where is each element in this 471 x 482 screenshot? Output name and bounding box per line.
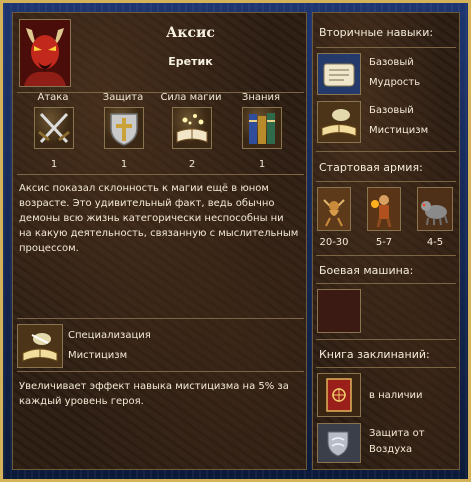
war-machine-slot[interactable]	[317, 289, 361, 333]
army-count-1: 20-30	[319, 237, 349, 248]
hero-portrait[interactable]	[19, 19, 71, 87]
stat-label-defense: Защита	[102, 92, 144, 103]
stat-label-knowledge: Знания	[241, 92, 281, 103]
hero-details-panel: Вторичные навыки: Базовый Мудрость Базов…	[312, 12, 460, 470]
secondary-skills-header: Вторичные навыки:	[319, 26, 434, 39]
stat-spell-power[interactable]	[172, 107, 212, 149]
spellbook-header: Книга заклинаний:	[319, 348, 430, 361]
stat-attack[interactable]	[34, 107, 74, 149]
skill-wisdom-level: Базовый	[369, 57, 414, 68]
stat-knowledge[interactable]	[242, 107, 282, 149]
divider	[17, 371, 304, 372]
stat-label-attack: Атака	[37, 92, 69, 103]
army-header: Стартовая армия:	[319, 161, 423, 174]
hero-name: Аксис	[166, 25, 215, 41]
spellbook-slot[interactable]	[317, 373, 361, 417]
magic-book-icon	[176, 114, 208, 143]
hero-biography: Аксис показал склонность к магии ещё в ю…	[19, 183, 299, 254]
skill-wisdom[interactable]	[317, 53, 361, 95]
army-slot-1[interactable]	[317, 187, 351, 231]
spellbook-status: в наличии	[369, 390, 423, 401]
glowing-book-icon	[18, 325, 62, 367]
skill-mysticism[interactable]	[317, 101, 361, 143]
hero-panel: Аксис Еретик Атака Защита Сила магии Зна…	[12, 12, 307, 470]
hero-class: Еретик	[168, 55, 213, 68]
army-slot-2[interactable]	[367, 187, 401, 231]
divider	[316, 255, 456, 256]
air-protection-icon	[318, 424, 360, 462]
hell-hound-icon	[418, 188, 452, 230]
skill-mysticism-name: Мистицизм	[369, 125, 429, 136]
divider	[316, 339, 456, 340]
specialty-header: Специализация	[68, 330, 151, 341]
divider	[316, 47, 456, 48]
spellbook-icon	[318, 374, 360, 416]
stat-value-attack: 1	[50, 159, 58, 170]
specialty-name: Мистицизм	[68, 350, 128, 361]
stat-value-knowledge: 1	[258, 159, 266, 170]
spell-name-line2: Воздуха	[369, 444, 413, 455]
divider	[316, 283, 456, 284]
divider	[17, 174, 304, 175]
spell-name-line1: Защита от	[369, 428, 425, 439]
divider	[316, 151, 456, 152]
scroll-icon	[318, 54, 360, 94]
spell-slot[interactable]	[317, 423, 361, 463]
army-count-2: 5-7	[375, 237, 393, 248]
books-icon	[249, 113, 275, 144]
stat-value-defense: 1	[120, 159, 128, 170]
stat-defense[interactable]	[104, 107, 144, 149]
gog-icon	[368, 188, 400, 230]
stat-value-power: 2	[188, 159, 196, 170]
war-machine-header: Боевая машина:	[319, 264, 414, 277]
army-count-3: 4-5	[426, 237, 444, 248]
divider	[316, 367, 456, 368]
demon-portrait-icon	[20, 20, 70, 86]
glowing-book-icon	[318, 102, 360, 142]
skill-wisdom-name: Мудрость	[369, 77, 421, 88]
shield-icon	[110, 113, 138, 146]
skill-mysticism-level: Базовый	[369, 105, 414, 116]
specialty-icon-frame[interactable]	[17, 324, 63, 368]
stat-label-power: Сила магии	[160, 92, 222, 103]
divider	[316, 181, 456, 182]
divider	[17, 318, 304, 319]
army-slot-3[interactable]	[417, 187, 453, 231]
crossed-swords-icon	[38, 112, 70, 144]
imp-icon	[318, 188, 350, 230]
specialty-description: Увеличивает эффект навыка мистицизма на …	[19, 381, 289, 407]
